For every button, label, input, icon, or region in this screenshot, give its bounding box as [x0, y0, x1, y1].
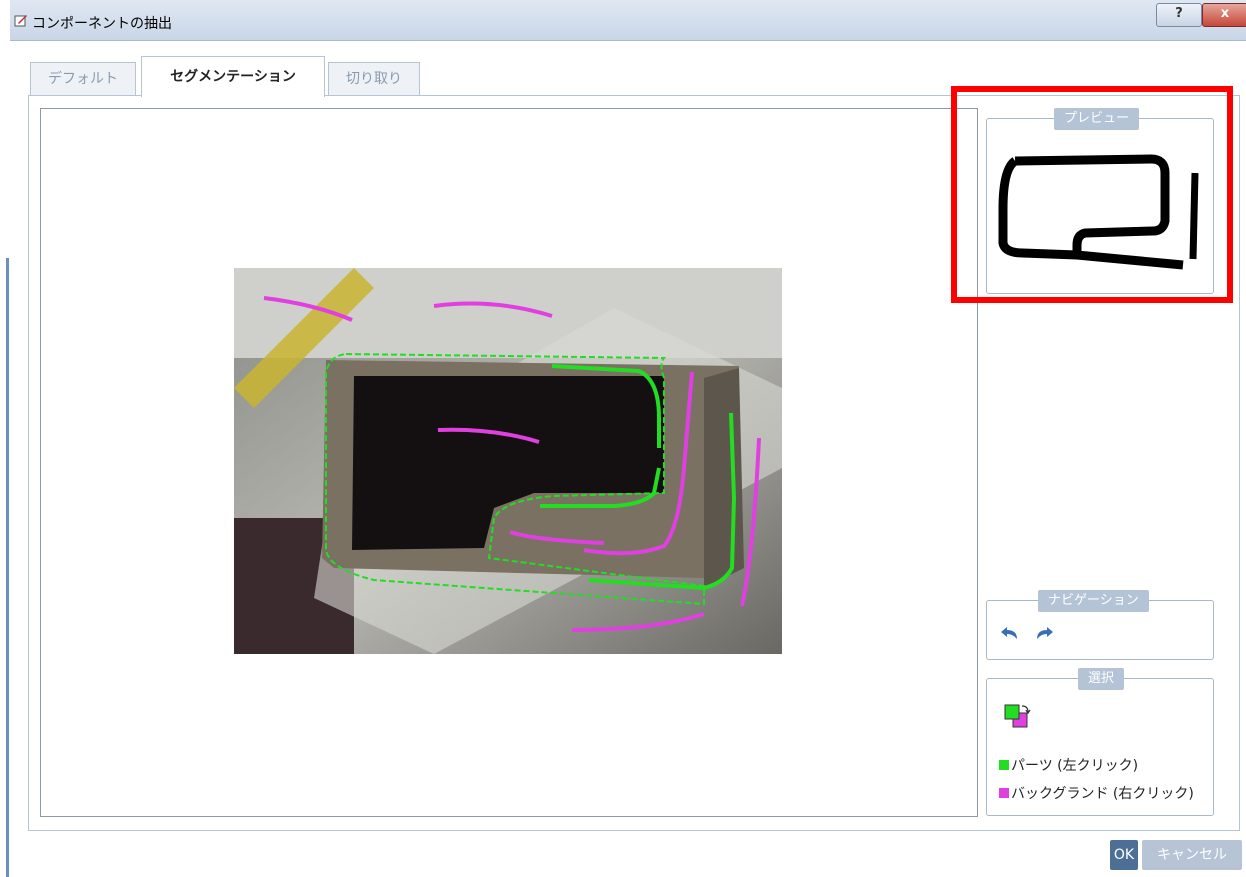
background-legend: バックグランド (右クリック) — [999, 783, 1194, 803]
redo-icon[interactable] — [1035, 627, 1055, 641]
part-swatch — [999, 760, 1009, 770]
dialog-window: コンポーネントの抽出 ? x デフォルト セグメンテーション 切り取り プレビュ… — [10, 0, 1246, 877]
selection-group: 選択 パーツ (左クリック) バックグランド (右クリック) — [986, 668, 1214, 816]
ok-button[interactable]: OK — [1110, 840, 1138, 870]
undo-icon[interactable] — [999, 627, 1019, 641]
cancel-button[interactable]: キャンセル — [1142, 840, 1242, 870]
app-icon — [14, 15, 27, 27]
swap-colors-icon[interactable] — [1003, 703, 1033, 733]
desktop-edge — [0, 0, 10, 877]
window-title: コンポーネントの抽出 — [32, 16, 172, 32]
title-bar: コンポーネントの抽出 ? x — [10, 0, 1246, 41]
help-button[interactable]: ? — [1156, 3, 1202, 27]
part-label: パーツ (左クリック) — [1011, 758, 1139, 774]
selection-title: 選択 — [1078, 668, 1125, 690]
background-label: バックグランド (右クリック) — [1011, 786, 1194, 802]
navigation-group: ナビゲーション — [986, 590, 1214, 660]
part-legend: パーツ (左クリック) — [999, 755, 1138, 775]
tab-default[interactable]: デフォルト — [30, 62, 136, 95]
segmentation-image[interactable] — [234, 268, 782, 654]
navigation-title: ナビゲーション — [1038, 590, 1149, 612]
tab-segmentation[interactable]: セグメンテーション — [141, 56, 325, 97]
preview-highlight-box — [951, 86, 1233, 303]
background-swatch — [999, 788, 1009, 798]
tab-crop[interactable]: 切り取り — [328, 62, 420, 95]
close-button[interactable]: x — [1202, 3, 1246, 27]
